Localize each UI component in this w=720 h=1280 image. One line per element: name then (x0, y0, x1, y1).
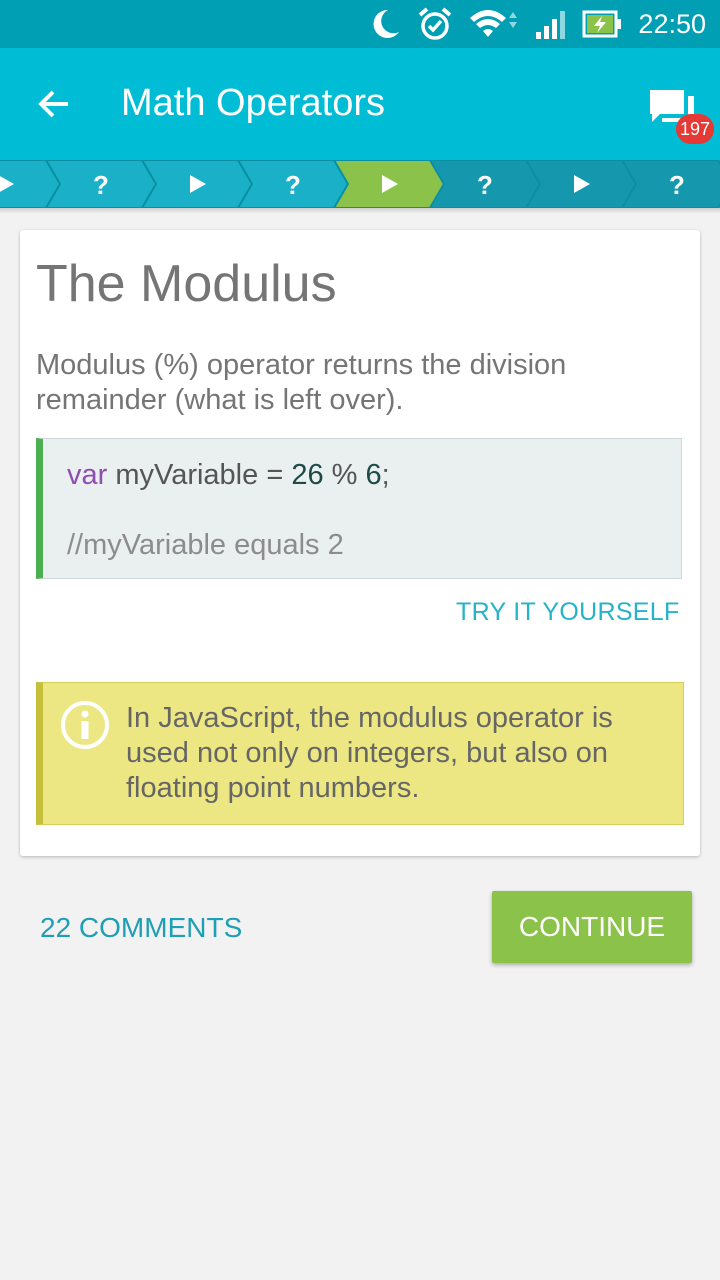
code-line: var myVariable = 26 % 6; (67, 459, 390, 492)
lesson-description: Modulus (%) operator returns the divisio… (36, 349, 567, 416)
quiz-icon: ? (477, 170, 493, 200)
wifi-icon (468, 6, 520, 42)
code-block: var myVariable = 26 % 6; //myVariable eq… (36, 438, 682, 579)
code-number: 26 (291, 459, 324, 491)
notification-badge: 197 (676, 114, 715, 144)
lesson-progress-strip: ???? (0, 160, 720, 208)
code-comment: //myVariable equals 2 (67, 529, 344, 561)
page-title: Math Operators (121, 82, 385, 124)
progress-step-quiz[interactable]: ? (44, 160, 158, 208)
code-keyword: var (67, 459, 108, 491)
lesson-card: The Modulus Modulus (%) operator returns… (20, 230, 700, 856)
app-bar: Math Operators 197 (0, 48, 720, 160)
arrow-back-icon (38, 90, 68, 118)
battery-charging-icon (582, 9, 622, 39)
code-end: ; (381, 459, 390, 491)
status-bar: 22:50 (0, 0, 720, 48)
alarm-icon (416, 5, 454, 43)
comments-button[interactable]: 22 COMMENTS (40, 912, 242, 944)
quiz-icon: ? (285, 170, 301, 200)
signal-icon (534, 8, 568, 40)
progress-step-lesson[interactable] (140, 160, 254, 208)
status-icons: 22:50 (366, 0, 706, 48)
progress-step-quiz[interactable]: ? (428, 160, 542, 208)
info-note: In JavaScript, the modulus operator is u… (36, 682, 684, 825)
progress-step-lesson[interactable] (524, 160, 638, 208)
continue-button[interactable]: CONTINUE (492, 891, 692, 963)
quiz-icon: ? (669, 170, 685, 200)
progress-step-lesson[interactable] (332, 160, 446, 208)
progress-step-quiz[interactable]: ? (236, 160, 350, 208)
lesson-title: The Modulus (36, 255, 337, 313)
try-it-yourself-button[interactable]: TRY IT YOURSELF (456, 598, 680, 627)
code-operator: % (323, 459, 366, 491)
info-note-text: In JavaScript, the modulus operator is u… (126, 702, 613, 804)
status-time: 22:50 (638, 8, 706, 39)
back-button[interactable] (24, 78, 84, 130)
code-variable: myVariable = (107, 459, 292, 491)
info-icon (61, 701, 109, 749)
progress-step-quiz[interactable]: ? (620, 160, 720, 208)
quiz-icon: ? (93, 170, 109, 200)
moon-icon (366, 6, 402, 42)
code-number: 6 (365, 459, 382, 491)
